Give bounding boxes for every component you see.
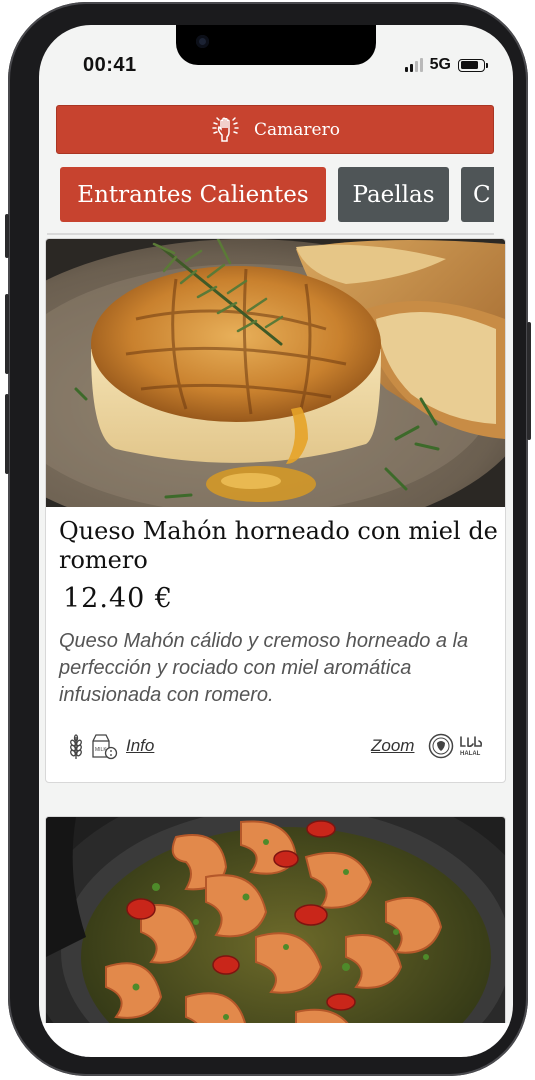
halal-icon: HALAL: [460, 736, 483, 757]
tab-next-category[interactable]: C: [461, 167, 494, 222]
halal-text: HALAL: [460, 751, 481, 757]
notch: [176, 25, 376, 65]
dish-description: Queso Mahón cálido y cremoso horneado a …: [59, 630, 469, 706]
raised-hand-icon: [212, 116, 239, 142]
cellular-signal-icon: [404, 58, 423, 72]
dish-price: 12.40 €: [63, 583, 174, 614]
dish-card: Queso Mahón horneado con miel de romero …: [45, 238, 506, 783]
dish-photo[interactable]: [46, 239, 505, 507]
volume-up-button: [5, 294, 9, 374]
power-button: [527, 322, 531, 440]
volume-down-button: [5, 394, 9, 474]
tab-paellas[interactable]: Paellas: [338, 167, 449, 222]
info-link[interactable]: Info: [126, 736, 154, 756]
network-type: 5G: [429, 56, 451, 73]
garlic-shrimp-pan-photo[interactable]: [46, 817, 505, 1057]
vegetarian-seal-icon: [428, 733, 454, 759]
front-camera: [196, 35, 209, 48]
call-waiter-label: Camarero: [254, 119, 340, 140]
tab-entrantes-calientes[interactable]: Entrantes Calientes: [60, 167, 326, 222]
dish-card-footer: MILK Info Zoom HALAL: [46, 732, 505, 762]
battery-icon: [458, 58, 488, 72]
tabs-divider: [47, 233, 494, 235]
dish-name: Queso Mahón horneado con miel de romero: [59, 517, 498, 574]
call-waiter-button[interactable]: Camarero: [56, 105, 494, 154]
mute-switch: [5, 214, 9, 258]
app-screen: 00:41 5G Camarero Entrantes Calientes Pa…: [39, 25, 513, 1057]
status-time: 00:41: [83, 54, 137, 76]
category-tabs: Entrantes Calientes Paellas C: [39, 167, 494, 223]
status-icons: 5G: [404, 56, 488, 74]
bottom-safe-area: [39, 1023, 513, 1057]
phone-frame: 00:41 5G Camarero Entrantes Calientes Pa…: [5, 2, 531, 1076]
gluten-wheat-icon: [70, 734, 82, 759]
zoom-link[interactable]: Zoom: [371, 736, 414, 756]
svg-text:MILK: MILK: [95, 747, 107, 753]
milk-icon: MILK: [92, 734, 118, 760]
dish-card: [45, 816, 506, 1057]
